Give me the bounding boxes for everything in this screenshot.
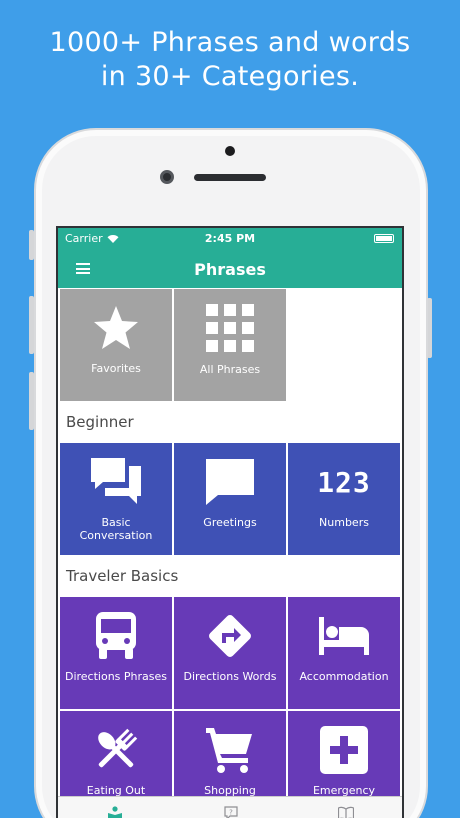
bus-icon <box>60 605 172 667</box>
tile-directions-phrases[interactable]: Directions Phrases <box>60 597 172 709</box>
status-bar: Carrier 2:45 PM <box>58 228 402 250</box>
tile-numbers[interactable]: 123 Numbers <box>288 443 400 555</box>
bed-icon <box>288 605 400 667</box>
phone-screen: Carrier 2:45 PM Phrases Favorites All Ph… <box>56 226 404 818</box>
headline-line-2: in 30+ Categories. <box>100 61 360 92</box>
tile-all-phrases[interactable]: All Phrases <box>174 289 286 401</box>
tile-label: Accommodation <box>299 670 389 683</box>
question-bubble-icon[interactable]: ? <box>224 805 238 818</box>
traveler-row-1: Directions Phrases Directions Words Acco… <box>60 597 400 709</box>
reader-icon[interactable] <box>108 805 122 818</box>
marketing-headline: 1000+ Phrases and words in 30+ Categorie… <box>0 26 460 94</box>
svg-text:?: ? <box>229 809 233 817</box>
tile-greetings[interactable]: Greetings <box>174 443 286 555</box>
fork-spoon-icon <box>60 719 172 781</box>
section-header-beginner: Beginner <box>66 413 134 431</box>
earpiece-speaker <box>194 174 266 181</box>
tile-label: All Phrases <box>199 363 261 376</box>
tile-basic-conversation[interactable]: Basic Conversation <box>60 443 172 555</box>
headline-line-1: 1000+ Phrases and words <box>49 27 411 58</box>
tile-label: Numbers <box>319 516 369 529</box>
shopping-cart-icon <box>174 719 286 781</box>
grid-icon <box>174 297 286 359</box>
book-icon[interactable] <box>337 805 355 818</box>
tile-directions-words[interactable]: Directions Words <box>174 597 286 709</box>
category-list: Favorites All Phrases Beginner Basic Con… <box>58 288 402 818</box>
proximity-sensor <box>225 146 235 156</box>
tile-accommodation[interactable]: Accommodation <box>288 597 400 709</box>
plus-cross-icon <box>288 719 400 781</box>
tile-empty <box>288 289 400 401</box>
beginner-row: Basic Conversation Greetings 123 Numbers <box>60 443 400 555</box>
top-tiles-row: Favorites All Phrases <box>60 289 400 401</box>
nav-bar: Phrases <box>58 250 402 288</box>
tile-label: Favorites <box>91 362 141 375</box>
speech-bubble-icon <box>174 451 286 513</box>
numbers-123-icon: 123 <box>317 465 371 499</box>
tab-bar: ? <box>58 796 402 818</box>
direction-sign-icon <box>174 605 286 667</box>
star-icon <box>60 297 172 359</box>
page-title: Phrases <box>194 260 266 279</box>
tile-label: Directions Phrases <box>64 670 168 683</box>
section-header-traveler-basics: Traveler Basics <box>66 567 179 585</box>
chat-bubbles-icon <box>60 451 172 513</box>
tile-favorites[interactable]: Favorites <box>60 289 172 401</box>
front-camera <box>160 170 174 184</box>
tile-label: Directions Words <box>183 670 277 683</box>
battery-icon <box>374 234 394 243</box>
tile-label: Greetings <box>203 516 257 529</box>
status-time: 2:45 PM <box>204 232 256 245</box>
tile-label: Basic Conversation <box>79 516 153 542</box>
